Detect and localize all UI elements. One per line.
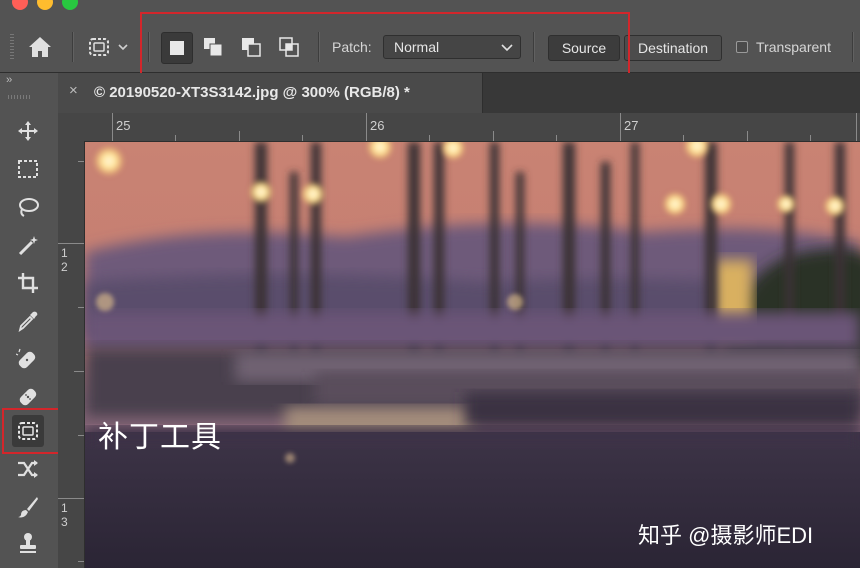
transparent-label: Transparent: [756, 39, 831, 55]
close-window-button[interactable]: [12, 0, 28, 10]
content-aware-move-icon: [18, 460, 38, 478]
separator: [72, 32, 74, 62]
crop-tool[interactable]: [12, 267, 44, 299]
canvas-overlay-label: 补丁工具: [98, 421, 222, 454]
annotation-highlight-box: [140, 12, 630, 78]
move-tool[interactable]: [12, 115, 44, 147]
collapse-panel-button[interactable]: ››: [6, 74, 12, 86]
ruler-label: 26: [370, 118, 385, 133]
brush-icon: [18, 497, 38, 518]
destination-button[interactable]: Destination: [624, 35, 722, 61]
minimize-window-button[interactable]: [37, 0, 53, 10]
patch-icon: [89, 38, 109, 56]
horizontal-ruler: 25 26 27: [58, 113, 860, 142]
ruler-tick: [856, 113, 857, 141]
ruler-tick: [78, 435, 84, 436]
eyedropper-tool[interactable]: [12, 305, 44, 337]
magic-wand-tool[interactable]: [12, 229, 44, 261]
ruler-label: 27: [624, 118, 639, 133]
clone-stamp-icon: [20, 533, 36, 553]
ruler-tick: [556, 135, 557, 141]
tool-preset-picker[interactable]: [86, 35, 138, 59]
ruler-tick: [239, 131, 240, 141]
ruler-tick: [810, 135, 811, 141]
ruler-label: 1: [61, 501, 68, 515]
document-tab[interactable]: × © 20190520-XT3S3142.jpg @ 300% (RGB/8)…: [58, 73, 483, 113]
ruler-tick: [78, 561, 84, 562]
options-bar-grip[interactable]: [10, 34, 14, 60]
marquee-tool[interactable]: [12, 153, 44, 185]
close-tab-icon[interactable]: ×: [69, 82, 78, 99]
ruler-tick: [366, 113, 367, 141]
transparent-checkbox[interactable]: [736, 41, 748, 53]
ruler-tick: [302, 135, 303, 141]
home-button[interactable]: [26, 35, 54, 59]
brush-tool[interactable]: [12, 491, 44, 523]
photo-image: [85, 142, 860, 568]
ruler-tick: [78, 307, 84, 308]
home-icon: [29, 37, 51, 57]
window-controls: [12, 0, 78, 14]
ruler-label: 3: [61, 515, 68, 529]
ruler-tick: [78, 161, 84, 162]
ruler-tick: [58, 243, 84, 244]
ruler-tick: [175, 135, 176, 141]
document-tab-strip: × © 20190520-XT3S3142.jpg @ 300% (RGB/8)…: [58, 73, 860, 113]
document-tab-title: © 20190520-XT3S3142.jpg @ 300% (RGB/8) *: [94, 84, 410, 101]
lasso-icon: [19, 198, 39, 217]
ruler-tick: [683, 135, 684, 141]
content-aware-move-tool[interactable]: [12, 453, 44, 485]
tools-panel: ››: [0, 73, 59, 568]
chevron-down-icon: [118, 44, 128, 51]
document-canvas[interactable]: [85, 142, 860, 568]
watermark-text: 知乎 @摄影师EDI: [638, 523, 814, 548]
spot-healing-icon: [16, 348, 36, 369]
ruler-tick: [429, 135, 430, 141]
magic-wand-icon: [18, 236, 38, 256]
vertical-ruler: 1 2 1 3: [58, 141, 85, 568]
ruler-label: 2: [61, 260, 68, 274]
ruler-tick: [747, 131, 748, 141]
eyedropper-icon: [18, 311, 38, 332]
ruler-tick: [74, 371, 84, 372]
ruler-tick: [620, 113, 621, 141]
separator: [852, 32, 854, 62]
ruler-tick: [112, 113, 113, 141]
ruler-label: 25: [116, 118, 131, 133]
clone-stamp-tool[interactable]: [12, 527, 44, 559]
maximize-window-button[interactable]: [62, 0, 78, 10]
bandage-icon: [19, 388, 37, 406]
ruler-label: 1: [61, 246, 68, 260]
ruler-tick: [58, 498, 84, 499]
ruler-tick: [493, 131, 494, 141]
crop-icon: [18, 273, 38, 293]
lasso-tool[interactable]: [12, 191, 44, 223]
rectangular-marquee-icon: [18, 160, 38, 178]
spot-healing-brush-tool[interactable]: [12, 343, 44, 375]
panel-grip[interactable]: [8, 95, 30, 99]
move-icon: [18, 121, 38, 141]
